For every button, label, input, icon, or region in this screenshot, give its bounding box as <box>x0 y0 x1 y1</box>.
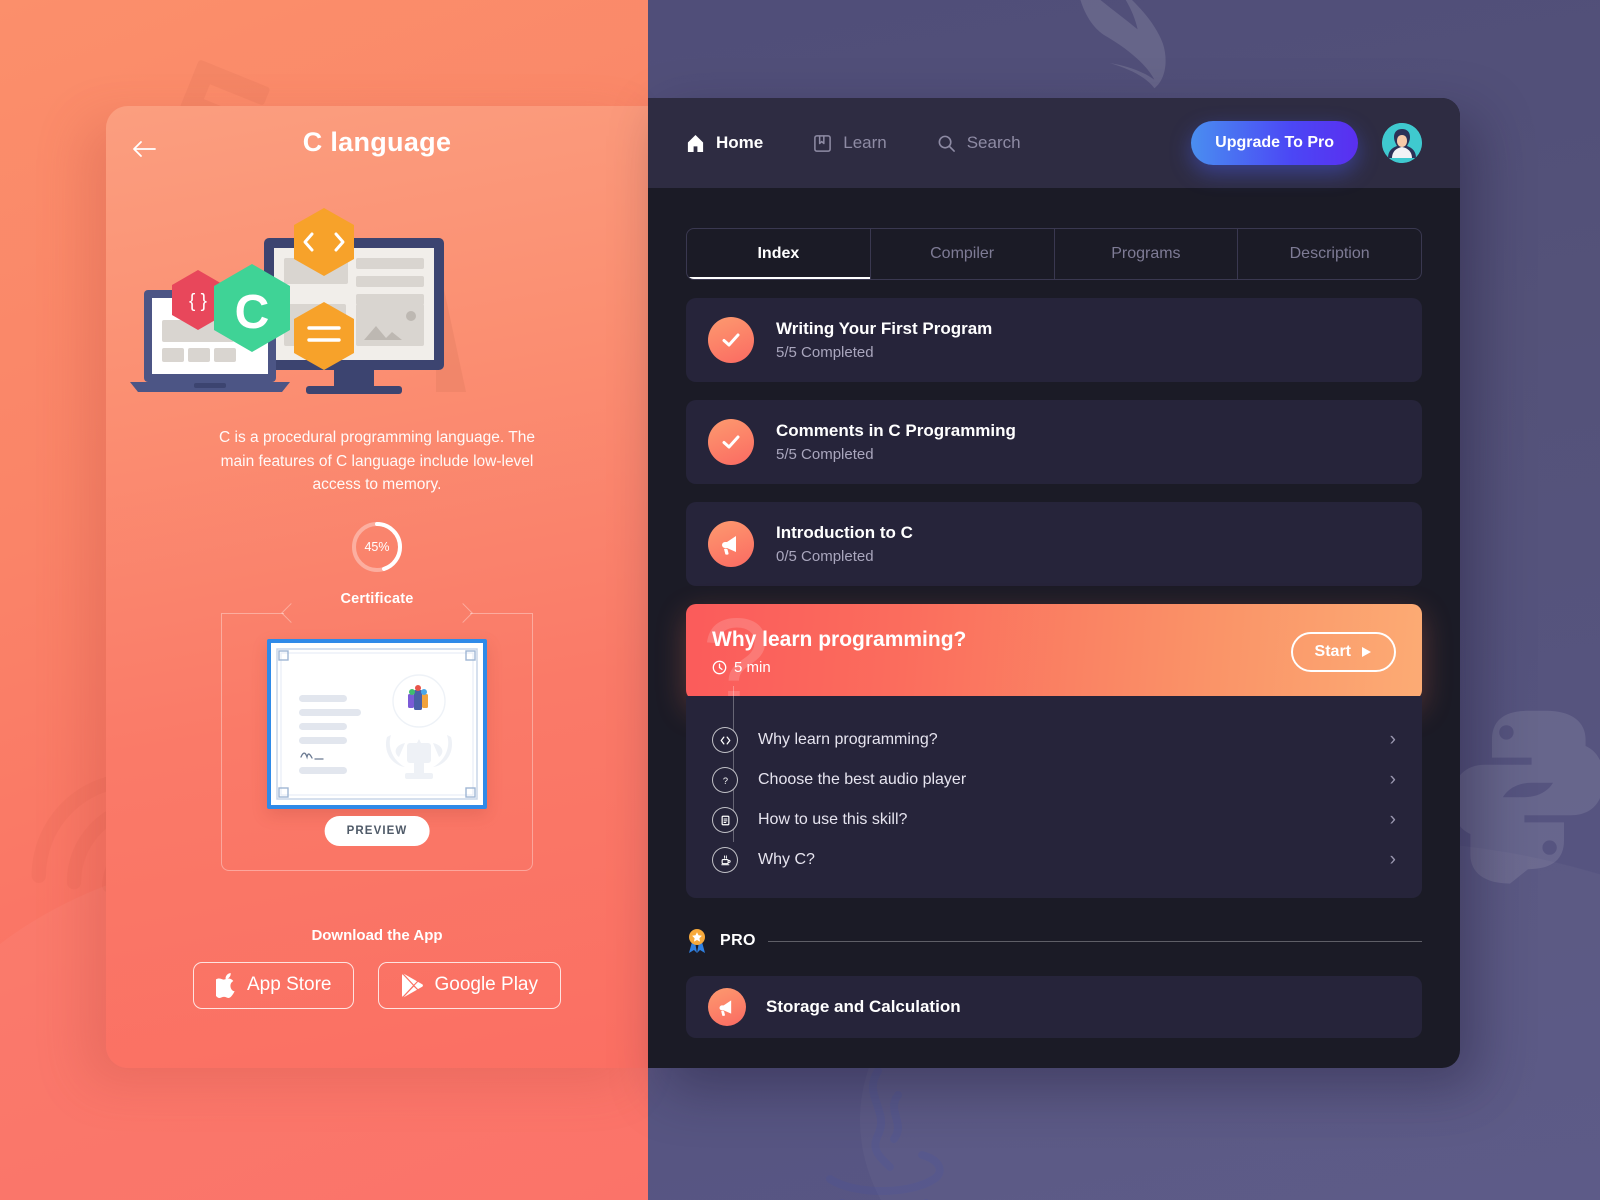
top-navigation: Home Learn Search Upgrade To Pro <box>648 98 1460 188</box>
sub-lesson-item[interactable]: ? Choose the best audio player › <box>712 760 1396 800</box>
lesson-subtitle: 5/5 Completed <box>776 344 874 361</box>
certificate-header: Certificate <box>106 591 648 613</box>
tab-index[interactable]: Index <box>687 229 871 279</box>
code-brackets-icon <box>712 727 738 753</box>
content-body: Index Compiler Programs Description Writ… <box>648 188 1460 1038</box>
nav-search-label: Search <box>966 133 1021 152</box>
progress-ring: 45% <box>349 519 405 575</box>
course-description: C is a procedural programming language. … <box>219 429 535 493</box>
course-content-card: Home Learn Search Upgrade To Pro Index C… <box>648 98 1460 1068</box>
page-title: C language <box>302 127 452 157</box>
pro-lesson-title: Storage and Calculation <box>766 997 961 1016</box>
pro-divider <box>767 940 1422 942</box>
download-heading: Download the App <box>311 926 443 944</box>
check-icon <box>722 435 740 449</box>
lesson-status-badge <box>708 419 754 465</box>
nav-item-home[interactable]: Home <box>686 133 763 153</box>
sub-lesson-item[interactable]: How to use this skill? › <box>712 800 1396 840</box>
start-button[interactable]: Start <box>1290 632 1396 672</box>
lesson-status-badge <box>708 521 754 567</box>
content-tabs: Index Compiler Programs Description <box>686 228 1422 280</box>
question-mark-icon: ? <box>712 767 738 793</box>
course-detail-card: C language {} C C is a procedural progr… <box>106 106 648 1068</box>
lesson-row[interactable]: Writing Your First Program 5/5 Completed <box>686 298 1422 382</box>
check-icon <box>722 333 740 347</box>
download-buttons: App Store Google Play <box>106 961 648 1009</box>
sub-lesson-label: Choose the best audio player <box>758 771 967 788</box>
preview-button[interactable]: PREVIEW <box>324 815 430 846</box>
svg-text:?: ? <box>722 775 727 785</box>
lesson-row[interactable]: Introduction to C 0/5 Completed <box>686 502 1422 586</box>
certificate-section: PREVIEW <box>221 602 533 871</box>
c-language-illustration: { } C <box>130 208 466 394</box>
svg-text:{ }: { } <box>189 291 207 312</box>
nav-item-learn[interactable]: Learn <box>813 133 887 153</box>
lesson-title: Comments in C Programming <box>776 421 1016 440</box>
app-store-button[interactable]: App Store <box>192 961 355 1009</box>
app-screenshot: C language {} C C is a procedural progr… <box>0 0 1600 1200</box>
lesson-title: Writing Your First Program <box>776 319 993 338</box>
play-icon <box>1362 647 1371 657</box>
duration-label: 5 min <box>734 659 771 676</box>
nav-home-label: Home <box>716 133 764 152</box>
chevron-right-icon: › <box>1389 729 1396 750</box>
user-avatar[interactable] <box>1382 123 1422 163</box>
start-label: Start <box>1314 643 1351 660</box>
pro-section-header: PRO <box>686 928 1422 954</box>
active-lesson-card[interactable]: ? Why learn programming? 5 min Start <box>686 604 1422 700</box>
swift-bird-watermark-icon <box>1080 0 1166 89</box>
book-icon <box>814 134 832 152</box>
lesson-subtitle: 0/5 Completed <box>776 548 874 565</box>
lesson-status-badge <box>708 317 754 363</box>
google-play-button[interactable]: Google Play <box>378 961 561 1009</box>
upgrade-to-pro-button[interactable]: Upgrade To Pro <box>1191 121 1358 165</box>
sub-lesson-item[interactable]: Why C? › <box>712 840 1396 880</box>
pro-label: PRO <box>720 932 756 949</box>
sub-lesson-label: How to use this skill? <box>758 811 908 828</box>
sub-lesson-label: Why C? <box>758 851 815 868</box>
svg-text:C: C <box>235 286 270 339</box>
certificate-thumbnail[interactable] <box>267 638 487 809</box>
pro-lesson-badge <box>708 988 746 1026</box>
sub-lessons-panel: Why learn programming? › ? Choose the be… <box>686 686 1422 898</box>
app-store-label: App Store <box>246 974 332 995</box>
nav-learn-label: Learn <box>843 133 887 152</box>
lesson-row[interactable]: Comments in C Programming 5/5 Completed <box>686 400 1422 484</box>
coffee-cup-icon <box>712 847 738 873</box>
tab-description[interactable]: Description <box>1238 229 1421 279</box>
chevron-right-icon: › <box>1389 769 1396 790</box>
megaphone-icon <box>719 1000 732 1016</box>
chevron-right-icon: › <box>1389 809 1396 830</box>
google-play-icon <box>402 973 424 997</box>
pro-lesson-row[interactable]: Storage and Calculation <box>686 976 1422 1038</box>
search-icon <box>938 135 955 152</box>
course-header: C language {} C <box>106 106 648 406</box>
lesson-title: Introduction to C <box>776 523 913 542</box>
certificate-heading: Certificate <box>340 590 414 607</box>
apple-icon <box>215 972 235 998</box>
ribbon-badge-icon <box>689 929 705 953</box>
nav-item-search[interactable]: Search <box>937 133 1021 153</box>
lesson-subtitle: 5/5 Completed <box>776 446 874 463</box>
clock-icon <box>712 660 727 675</box>
megaphone-icon <box>722 536 736 555</box>
sub-lesson-item[interactable]: Why learn programming? › <box>712 720 1396 760</box>
google-play-label: Google Play <box>434 974 538 995</box>
tab-compiler[interactable]: Compiler <box>871 229 1055 279</box>
progress-percent: 45% <box>364 539 390 554</box>
active-lesson-duration: 5 min <box>712 659 966 676</box>
document-icon <box>712 807 738 833</box>
active-lesson-title: Why learn programming? <box>712 628 967 651</box>
home-icon <box>687 134 704 152</box>
chevron-right-icon: › <box>1389 849 1396 870</box>
sub-lesson-label: Why learn programming? <box>758 731 938 748</box>
tab-programs[interactable]: Programs <box>1055 229 1239 279</box>
active-lesson-text: Why learn programming? 5 min <box>712 628 966 676</box>
